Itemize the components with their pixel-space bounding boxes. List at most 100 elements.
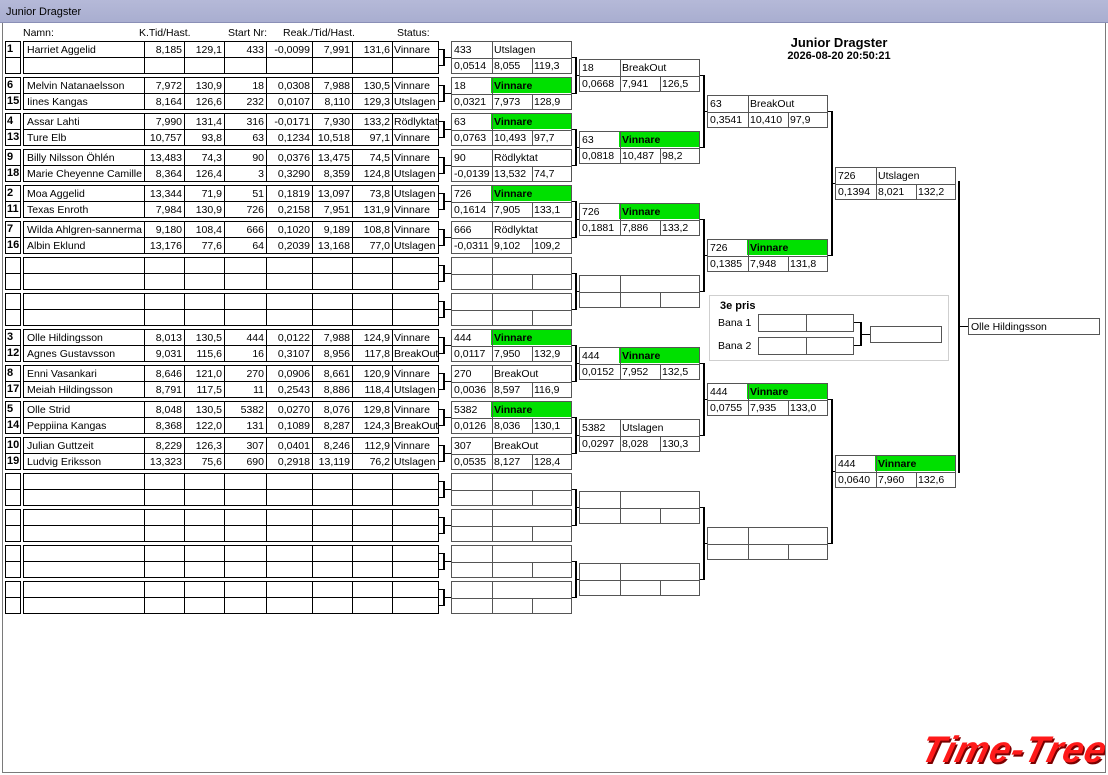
entry-name: Iines Kangas [27, 96, 88, 108]
match-status: Vinnare [878, 458, 917, 470]
match-box[interactable]: 726 Vinnare 0,1614 7,905 133,1 [451, 185, 572, 218]
match-box[interactable]: 666 Rödlyktat -0,0311 9,102 109,2 [451, 221, 572, 254]
entry-khast: 115,6 [196, 348, 223, 360]
match-start: 444 [582, 350, 600, 362]
entry-row[interactable]: Albin Eklund 13,176 77,6 64 0,2039 13,168 77,0… [23, 237, 439, 254]
entry-tid: 9,189 [323, 224, 350, 236]
match-box[interactable]: 726 Vinnare 0,1881 7,886 133,2 [579, 203, 700, 236]
entry-status: Vinnare [394, 404, 431, 416]
entry-row[interactable] [23, 293, 439, 310]
entry-reak: 0,0376 [277, 152, 310, 164]
entry-row[interactable] [23, 57, 439, 74]
match-box[interactable]: 444 Vinnare 0,0755 7,935 133,0 [707, 383, 828, 416]
match-box[interactable] [451, 293, 572, 326]
entry-row[interactable] [23, 509, 439, 526]
seed-cell [5, 509, 21, 526]
match-box[interactable]: 5382 Vinnare 0,0126 8,036 130,1 [451, 401, 572, 434]
match-box[interactable]: 444 Vinnare 0,0117 7,950 132,9 [451, 329, 572, 362]
entry-row[interactable]: Peppiina Kangas 8,368 122,0 131 0,1089 8,287 1… [23, 417, 439, 434]
lane1-input[interactable] [758, 314, 854, 332]
seed-cell: 13 [5, 129, 21, 146]
entry-ktid: 9,031 [155, 348, 182, 360]
entry-name: Ludvig Eriksson [27, 456, 102, 468]
entry-row[interactable]: Billy Nilsson Öhlén 13,483 74,3 90 0,0376 13,… [23, 149, 439, 166]
entry-row[interactable] [23, 273, 439, 290]
entry-row[interactable]: Melvin Natanaelsson 7,972 130,9 18 0,0308 7,9… [23, 77, 439, 94]
entry-name: Moa Aggelid [27, 188, 85, 200]
match-box[interactable]: 444 Vinnare 0,0152 7,952 132,5 [579, 347, 700, 380]
match-box[interactable] [451, 473, 572, 506]
match-box[interactable]: 18 Vinnare 0,0321 7,973 128,9 [451, 77, 572, 110]
entry-tid: 13,119 [318, 456, 350, 468]
match-box[interactable]: 726 Vinnare 0,1385 7,948 131,8 [707, 239, 828, 272]
entry-row[interactable]: Harriet Aggelid 8,185 129,1 433 -0,0099 7,991… [23, 41, 439, 58]
entry-tid: 8,076 [323, 404, 350, 416]
match-box[interactable] [579, 563, 700, 596]
match-hast: 133,0 [790, 402, 817, 414]
entry-row[interactable] [23, 473, 439, 490]
match-box[interactable]: 63 Vinnare 0,0763 10,493 97,7 [451, 113, 572, 146]
match-box[interactable]: 18 BreakOut 0,0668 7,941 126,5 [579, 59, 700, 92]
match-box[interactable]: 433 Utslagen 0,0514 8,055 119,3 [451, 41, 572, 74]
entry-row[interactable] [23, 597, 439, 614]
entry-row[interactable]: Assar Lahti 7,990 131,4 316 -0,0171 7,930 133,… [23, 113, 439, 130]
match-box[interactable]: 5382 Utslagen 0,0297 8,028 130,3 [579, 419, 700, 452]
entry-row[interactable] [23, 309, 439, 326]
entry-tid: 7,951 [323, 204, 350, 216]
entry-start: 726 [246, 204, 264, 216]
match-box[interactable] [451, 545, 572, 578]
match-hast: 126,5 [662, 78, 689, 90]
entry-row[interactable]: Enni Vasankari 8,646 121,0 270 0,0906 8,661 12… [23, 365, 439, 382]
entry-row[interactable]: Wilda Ahlgren-sannerma 9,180 108,4 666 0,102… [23, 221, 439, 238]
match-box[interactable] [707, 527, 828, 560]
entry-row[interactable] [23, 525, 439, 542]
entry-row[interactable]: Olle Hildingsson 8,013 130,5 444 0,0122 7,988… [23, 329, 439, 346]
match-box[interactable] [579, 491, 700, 524]
match-box[interactable]: 90 Rödlyktat -0,0139 13,532 74,7 [451, 149, 572, 182]
match-box[interactable]: 63 BreakOut 0,3541 10,410 97,9 [707, 95, 828, 128]
match-box[interactable]: 444 Vinnare 0,0640 7,960 132,6 [835, 455, 956, 488]
match-start: 63 [454, 116, 466, 128]
entry-row[interactable]: Marie Cheyenne Camille 8,364 126,4 3 0,3290 8… [23, 165, 439, 182]
entry-row[interactable] [23, 545, 439, 562]
entry-row[interactable]: Ture Elb 10,757 93,8 63 0,1234 10,518 97,1 Vinn… [23, 129, 439, 146]
entry-row[interactable]: Ludvig Eriksson 13,323 75,6 690 0,2918 13,119… [23, 453, 439, 470]
entry-row[interactable]: Texas Enroth 7,984 130,9 726 0,2158 7,951 131,… [23, 201, 439, 218]
entry-row[interactable] [23, 489, 439, 506]
entry-row[interactable]: Agnes Gustavsson 9,031 115,6 16 0,3107 8,956 1… [23, 345, 439, 362]
entry-khast: 126,4 [195, 168, 222, 180]
match-box[interactable]: 270 BreakOut 0,0036 8,597 116,9 [451, 365, 572, 398]
entry-row[interactable]: Iines Kangas 8,164 126,6 232 0,0107 8,110 129,… [23, 93, 439, 110]
entry-row[interactable] [23, 257, 439, 274]
match-box[interactable] [451, 509, 572, 542]
entry-row[interactable]: Moa Aggelid 13,344 71,9 51 0,1819 13,097 73,8 U… [23, 185, 439, 202]
match-reak: 0,0640 [838, 474, 871, 486]
entry-row[interactable] [23, 561, 439, 578]
match-start: 444 [838, 458, 856, 470]
match-box[interactable]: 63 Vinnare 0,0818 10,487 98,2 [579, 131, 700, 164]
match-status: Vinnare [494, 188, 533, 200]
match-box[interactable] [451, 581, 572, 614]
entry-name: Assar Lahti [27, 116, 80, 128]
entry-row[interactable]: Julian Guttzeit 8,229 126,3 307 0,0401 8,246 1… [23, 437, 439, 454]
entry-tid: 8,956 [323, 348, 350, 360]
seed-cell [5, 57, 21, 74]
entry-tid: 13,097 [317, 188, 350, 200]
match-box[interactable] [451, 257, 572, 290]
seed-cell: 7 [5, 221, 21, 238]
match-box[interactable]: 307 BreakOut 0,0535 8,127 128,4 [451, 437, 572, 470]
third-place-result[interactable] [870, 326, 942, 343]
winner-box[interactable]: Olle Hildingsson [968, 318, 1100, 335]
entry-row[interactable]: Meiah Hildingsson 8,791 117,5 11 0,2543 8,886… [23, 381, 439, 398]
entry-name: Texas Enroth [27, 204, 89, 216]
seed-cell [5, 581, 21, 598]
seed-cell: 17 [5, 381, 21, 398]
entry-reak: 0,3290 [277, 168, 310, 180]
match-box[interactable] [579, 275, 700, 308]
entry-row[interactable]: Olle Strid 8,048 130,5 5382 0,0270 8,076 129,8… [23, 401, 439, 418]
entry-row[interactable] [23, 581, 439, 598]
match-box[interactable]: 726 Utslagen 0,1394 8,021 132,2 [835, 167, 956, 200]
lane2-input[interactable] [758, 337, 854, 355]
match-tid: 7,935 [750, 402, 777, 414]
entry-reak: 0,0308 [277, 80, 310, 92]
